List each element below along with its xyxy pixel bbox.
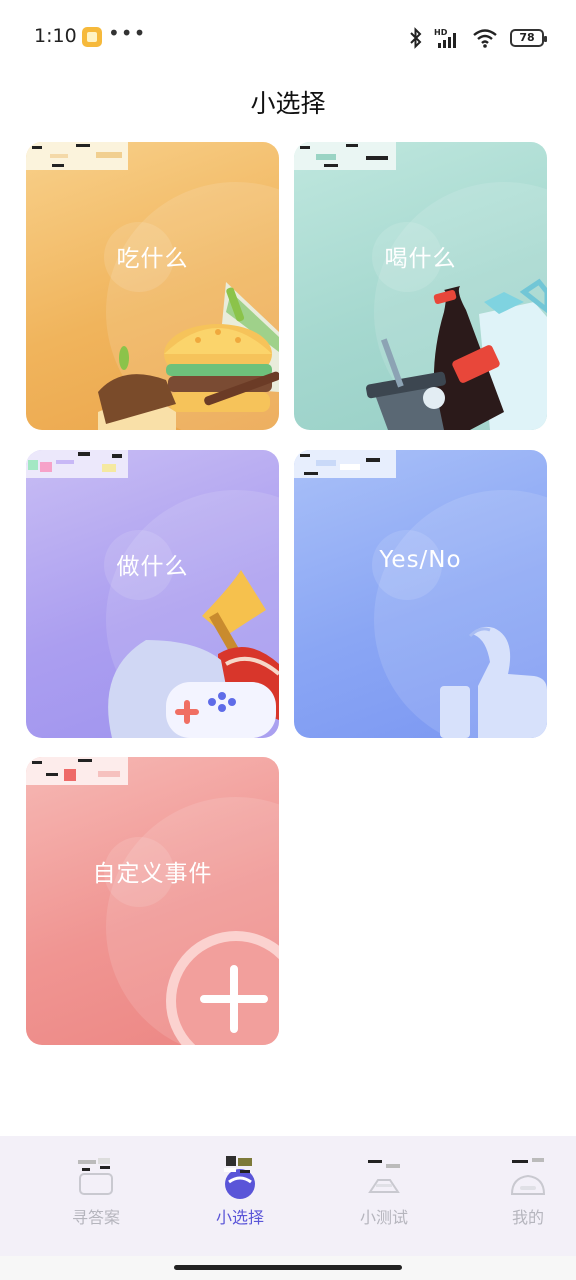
card-eat[interactable]: 吃什么 [26,142,279,430]
bluetooth-icon [410,27,422,49]
status-time: 1:10 [34,25,77,47]
notes-app-icon [82,27,102,47]
tab-small-choice[interactable]: 小选择 [185,1156,295,1236]
card-drink[interactable]: 喝什么 [294,142,547,430]
pillow-gamepad-shoe-broom-icon [108,570,279,738]
tab-find-answers[interactable]: 寻答案 [41,1156,151,1236]
battery-level: 78 [519,31,535,44]
card-yesno[interactable]: Yes/No [294,450,547,738]
soda-cola-drinks-icon [366,278,547,430]
plus-icon [166,931,279,1045]
hd-label: HD [434,28,448,37]
card-do[interactable]: 做什么 [26,450,279,738]
choice-wheel-icon [224,1156,255,1199]
page-title: 小选择 [250,89,326,118]
answer-box-icon [78,1158,113,1195]
more-notifications-icon: ••• [108,21,147,45]
tab-mine[interactable]: 我的 [473,1156,576,1236]
tab-small-quiz[interactable]: 小测试 [329,1156,439,1236]
thumbs-up-icon [440,626,547,738]
status-bar: 1:10 ••• HD 78 [0,0,576,72]
status-icons: HD 78 [408,26,547,50]
wifi-icon [473,29,497,48]
burger-sandwich-cake-icon [98,282,279,430]
tab-label: 寻答案 [71,1208,120,1227]
battery-icon: 78 [510,29,547,47]
profile-icon [510,1158,546,1195]
tab-label: 我的 [511,1208,544,1227]
signal-icon: HD [434,28,456,48]
quiz-icon [368,1160,400,1193]
card-custom-event[interactable]: 自定义事件 [26,757,279,1045]
tab-label: 小选择 [215,1208,264,1227]
bottom-navigation: 寻答案 小选择 小测试 我的 [0,1136,576,1256]
home-indicator[interactable] [174,1265,402,1270]
tab-label: 小测试 [359,1208,408,1227]
